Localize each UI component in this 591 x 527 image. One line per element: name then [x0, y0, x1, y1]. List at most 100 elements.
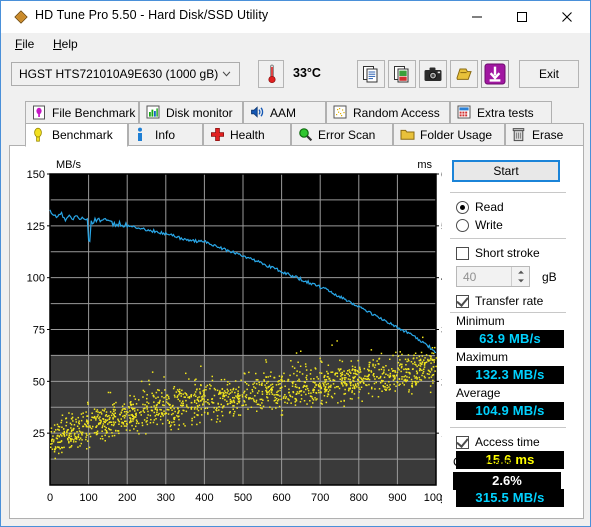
extra-tests-icon — [457, 105, 473, 121]
hd-tune-window: HD Tune Pro 5.50 - Hard Disk/SSD Utility… — [0, 0, 591, 527]
camera-icon — [424, 67, 442, 81]
svg-text:60: 60 — [441, 169, 442, 181]
svg-text:ms: ms — [417, 159, 432, 171]
tab-info[interactable]: Info — [128, 123, 203, 146]
menu-bar: File Help — [1, 33, 590, 55]
menu-item-help[interactable]: Help — [47, 36, 84, 52]
menu-file-rest: ile — [22, 37, 35, 51]
stepper-up-button[interactable] — [512, 267, 529, 277]
random-access-icon — [333, 105, 349, 121]
svg-text:50: 50 — [441, 221, 442, 233]
copy-image-button[interactable] — [388, 60, 416, 88]
tab-disk-monitor[interactable]: Disk monitor — [139, 101, 243, 124]
radio-read[interactable]: Read — [456, 199, 504, 215]
screenshot-button[interactable] — [419, 60, 447, 88]
tab-extra-tests[interactable]: Extra tests — [450, 101, 552, 124]
divider — [450, 238, 566, 239]
checkbox-transfer-rate-box — [456, 294, 469, 308]
tab-folder-usage[interactable]: Folder Usage — [393, 123, 505, 146]
menu-item-file[interactable]: File — [9, 36, 40, 52]
divider — [450, 312, 566, 313]
checkbox-transfer-rate[interactable]: Transfer rate — [456, 293, 543, 309]
copy-document-icon — [363, 66, 378, 83]
tab-health[interactable]: Health — [203, 123, 291, 146]
copy-image-icon — [394, 66, 409, 83]
title-bar: HD Tune Pro 5.50 - Hard Disk/SSD Utility — [1, 1, 590, 33]
tab-file-benchmark[interactable]: File Benchmark — [25, 101, 139, 124]
temperature-value: 33°C — [293, 66, 321, 80]
exit-button[interactable]: Exit — [519, 60, 579, 88]
close-button[interactable] — [544, 1, 589, 32]
hdtune-diamond-icon — [14, 10, 28, 24]
tab-label: Extra tests — [477, 105, 534, 120]
svg-text:400: 400 — [195, 492, 213, 504]
short-stroke-value: 40 — [463, 270, 477, 284]
minimize-button[interactable] — [454, 1, 499, 32]
benchmark-chart: 2550751001251501020304050600100200300400… — [10, 146, 442, 518]
tab-random-access[interactable]: Random Access — [326, 101, 450, 124]
svg-text:600: 600 — [272, 492, 290, 504]
benchmark-chart-svg: 2550751001251501020304050600100200300400… — [27, 159, 442, 504]
svg-text:40: 40 — [441, 273, 442, 285]
tab-erase[interactable]: Erase — [505, 123, 584, 146]
speaker-icon — [250, 105, 266, 121]
tab-label: Disk monitor — [166, 105, 233, 120]
start-label: Start — [493, 164, 519, 178]
tab-benchmark[interactable]: Benchmark — [25, 123, 128, 147]
info-icon — [135, 127, 151, 143]
radio-write-indicator — [456, 218, 469, 232]
maximize-button[interactable] — [499, 1, 544, 32]
tab-label: File Benchmark — [52, 105, 136, 120]
copy-document-button[interactable] — [357, 60, 385, 88]
checkbox-access-time[interactable]: Access time — [456, 434, 540, 450]
cpu-usage-value: 2.6% — [453, 472, 561, 490]
checkbox-short-stroke-label: Short stroke — [475, 246, 540, 260]
stepper-down-button[interactable] — [512, 277, 529, 287]
tab-error-scan[interactable]: Error Scan — [291, 123, 393, 146]
menu-help-rest: elp — [61, 37, 78, 51]
short-stroke-unit: gB — [542, 270, 557, 284]
folder-usage-icon — [400, 127, 416, 143]
disk-monitor-icon — [146, 105, 162, 121]
maximum-label: Maximum — [456, 350, 509, 364]
tab-label: Health — [230, 127, 265, 142]
divider — [450, 192, 566, 193]
average-value: 104.9 MB/s — [456, 402, 564, 420]
tab-label: Folder Usage — [420, 127, 493, 142]
svg-text:100: 100 — [27, 273, 45, 285]
thermometer-icon — [268, 64, 276, 84]
tab-label: Error Scan — [318, 127, 376, 142]
svg-text:900: 900 — [388, 492, 406, 504]
short-stroke-stepper[interactable]: 40 — [456, 266, 530, 287]
svg-text:75: 75 — [33, 325, 45, 337]
svg-text:150: 150 — [27, 169, 45, 181]
svg-text:300: 300 — [157, 492, 175, 504]
tab-label: Info — [155, 127, 176, 142]
burst-rate-value: 315.5 MB/s — [456, 489, 564, 507]
tab-bar: File Benchmark Disk monitor AAM Random A… — [9, 101, 584, 147]
file-benchmark-icon — [32, 105, 48, 121]
radio-read-label: Read — [475, 200, 504, 214]
average-label: Average — [456, 386, 501, 400]
tab-label: Erase — [532, 127, 564, 142]
checkbox-short-stroke[interactable]: Short stroke — [456, 245, 540, 261]
tab-aam[interactable]: AAM — [243, 101, 326, 124]
svg-text:10: 10 — [441, 428, 442, 440]
svg-text:20: 20 — [441, 376, 442, 388]
magnifier-icon — [298, 127, 314, 143]
minimum-value: 63.9 MB/s — [456, 330, 564, 348]
checkbox-transfer-rate-label: Transfer rate — [475, 294, 544, 308]
radio-write[interactable]: Write — [456, 217, 503, 233]
stepper-buttons — [511, 267, 529, 286]
exit-label: Exit — [538, 67, 559, 81]
tab-label: AAM — [270, 105, 297, 120]
drive-select[interactable]: HGST HTS721010A9E630 (1000 gB) — [11, 62, 240, 86]
divider — [450, 427, 566, 428]
save-download-button[interactable] — [481, 60, 509, 88]
checkbox-access-time-label: Access time — [475, 435, 540, 449]
folder-button[interactable] — [450, 60, 478, 88]
svg-text:gB: gB — [440, 492, 442, 504]
svg-text:500: 500 — [234, 492, 252, 504]
start-button[interactable]: Start — [452, 160, 560, 182]
svg-text:50: 50 — [33, 376, 45, 388]
